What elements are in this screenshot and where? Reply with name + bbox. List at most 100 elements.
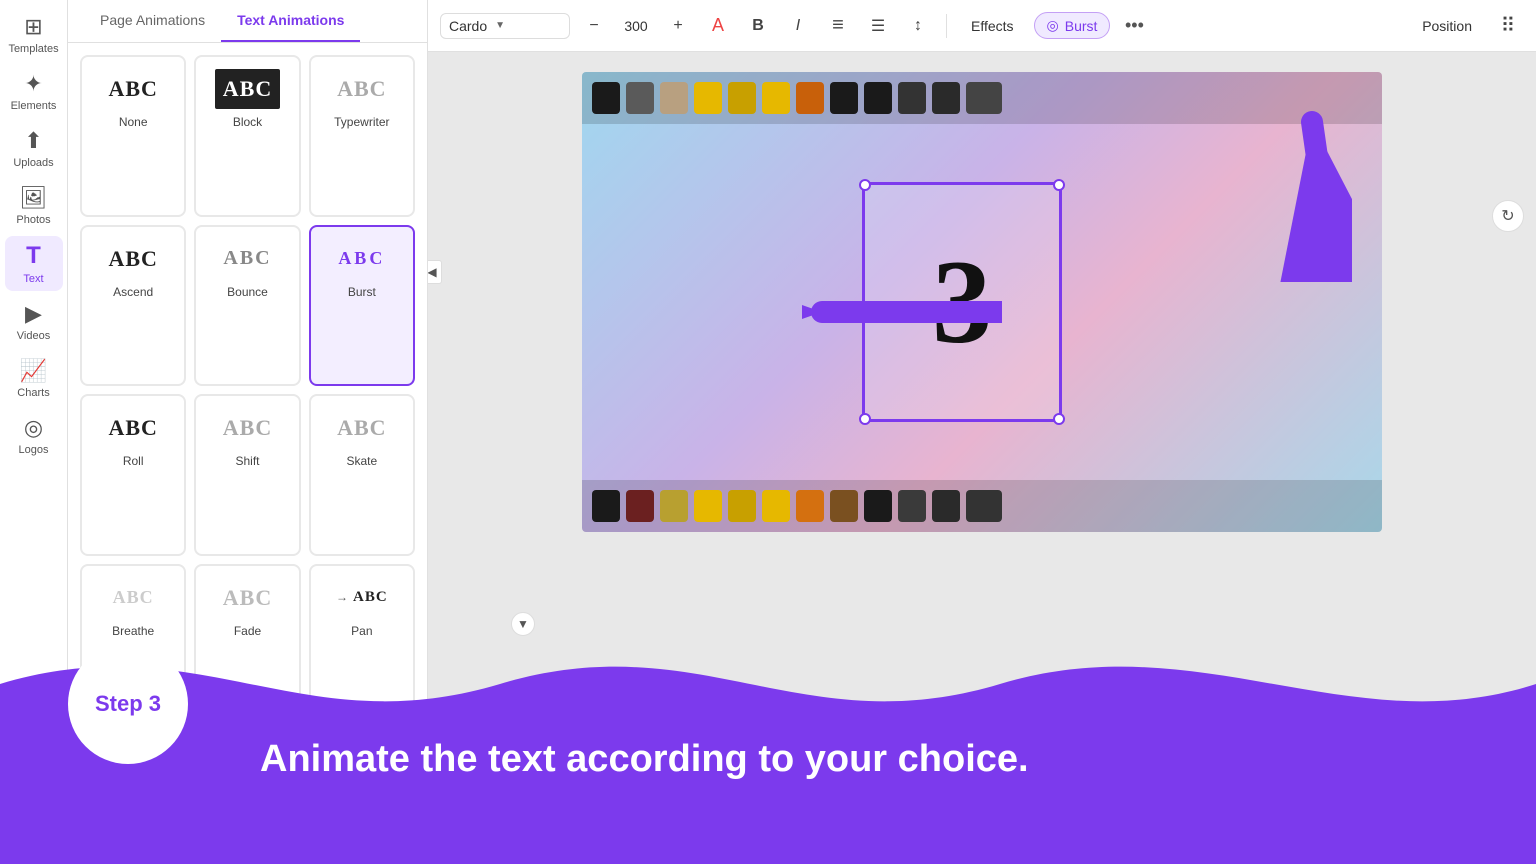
apps-grid-button[interactable]: ⠿ [1492, 10, 1524, 42]
anim-preview-shift: ABC [223, 408, 272, 448]
handle-bottom-right[interactable] [1053, 413, 1065, 425]
film-hole [728, 490, 756, 522]
font-selector[interactable]: Cardo ▼ [440, 13, 570, 39]
effects-button[interactable]: Effects [959, 12, 1026, 40]
sidebar-label-elements: Elements [11, 100, 57, 112]
italic-button[interactable]: I [782, 10, 814, 42]
film-hole [830, 82, 858, 114]
anim-preview-ascend: ABC [108, 239, 157, 279]
spacing-button[interactable]: ↕ [902, 10, 934, 42]
anim-item-roll[interactable]: ABC Roll [80, 394, 186, 556]
sidebar-more-button[interactable]: ... [25, 825, 42, 848]
film-hole [660, 82, 688, 114]
sidebar-item-charts[interactable]: 📈 Charts [5, 352, 63, 405]
left-arrow [802, 272, 1002, 352]
anim-preview-bounce: ABC [223, 239, 271, 279]
list-button[interactable]: ☰ [862, 10, 894, 42]
position-button[interactable]: Position [1410, 12, 1484, 40]
anim-label-skate: Skate [346, 454, 377, 468]
sidebar-item-uploads[interactable]: ⬆ Uploads [5, 122, 63, 175]
font-dropdown-chevron: ▼ [495, 20, 505, 31]
handle-bottom-left[interactable] [859, 413, 871, 425]
anim-item-skate[interactable]: ABC Skate [309, 394, 415, 556]
charts-icon: 📈 [20, 358, 47, 384]
chevron-down-icon: ▼ [517, 617, 529, 631]
anim-item-breathe[interactable]: ABC Breathe [80, 564, 186, 726]
anim-item-none[interactable]: ABC None [80, 55, 186, 217]
text-icon: T [26, 242, 41, 270]
anim-label-typewriter: Typewriter [334, 115, 389, 129]
toolbar-divider [946, 14, 947, 38]
sidebar-label-photos: Photos [16, 214, 50, 226]
animation-grid: ABC None ABC Block ABC Typewriter ABC As… [68, 43, 427, 864]
anim-label-breathe: Breathe [112, 624, 154, 638]
film-hole [864, 82, 892, 114]
sidebar-item-videos[interactable]: ▶ Videos [5, 295, 63, 348]
font-size-value: 300 [618, 18, 654, 34]
anim-item-shift[interactable]: ABC Shift [194, 394, 300, 556]
top-right-arrow [1152, 82, 1352, 282]
handle-top-right[interactable] [1053, 179, 1065, 191]
canvas-area: 3 [428, 52, 1536, 864]
anim-item-pan[interactable]: → ABC Pan [309, 564, 415, 726]
sidebar-label-logos: Logos [19, 444, 49, 456]
film-hole [762, 490, 790, 522]
anim-label-block: Block [233, 115, 262, 129]
anim-item-typewriter[interactable]: ABC Typewriter [309, 55, 415, 217]
more-options-button[interactable]: ••• [1118, 10, 1150, 42]
sidebar-label-uploads: Uploads [13, 157, 53, 169]
videos-icon: ▶ [25, 301, 42, 327]
anim-label-burst: Burst [348, 285, 376, 299]
decrease-font-button[interactable]: − [578, 10, 610, 42]
sidebar-item-elements[interactable]: ✦ Elements [5, 65, 63, 118]
filmstrip-thumb-1[interactable]: 3 [508, 776, 608, 846]
burst-pill-label: Burst [1065, 18, 1098, 34]
tab-page-animations[interactable]: Page Animations [84, 0, 221, 42]
film-hole [966, 490, 1002, 522]
film-hole [898, 82, 926, 114]
collapse-button[interactable]: ▼ [511, 612, 535, 636]
anim-label-none: None [119, 115, 148, 129]
increase-font-button[interactable]: + [662, 10, 694, 42]
burst-pill[interactable]: ◎ Burst [1034, 12, 1111, 39]
sidebar-item-photos[interactable]: 🖼 Photos [5, 179, 63, 232]
film-hole [762, 82, 790, 114]
burst-pill-icon: ◎ [1047, 17, 1059, 34]
anim-preview-typewriter: ABC [337, 69, 386, 109]
sidebar: ⊞ Templates ✦ Elements ⬆ Uploads 🖼 Photo… [0, 0, 68, 864]
font-color-button[interactable]: A [702, 10, 734, 42]
film-hole [626, 490, 654, 522]
film-hole [830, 490, 858, 522]
uploads-icon: ⬆ [24, 128, 42, 154]
film-hole [660, 490, 688, 522]
align-button[interactable]: ≡ [822, 10, 854, 42]
film-hole [932, 490, 960, 522]
anim-item-burst[interactable]: ABC Burst [309, 225, 415, 387]
anim-item-block[interactable]: ABC Block [194, 55, 300, 217]
tab-text-animations[interactable]: Text Animations [221, 0, 360, 42]
chevron-left-icon: ◀ [427, 265, 436, 279]
anim-label-fade: Fade [234, 624, 261, 638]
sidebar-item-templates[interactable]: ⊞ Templates [5, 8, 63, 61]
anim-preview-pan: → ABC [336, 578, 388, 618]
film-hole [864, 490, 892, 522]
handle-top-left[interactable] [859, 179, 871, 191]
anim-preview-block: ABC [215, 69, 280, 109]
anim-preview-roll: ABC [108, 408, 157, 448]
anim-preview-none: ABC [108, 69, 157, 109]
anim-item-stomp[interactable]: → ABC [194, 733, 300, 852]
anim-label-ascend: Ascend [113, 285, 153, 299]
film-canvas[interactable]: 3 [582, 72, 1382, 532]
sidebar-label-charts: Charts [17, 387, 49, 399]
refresh-icon: ↻ [1501, 206, 1514, 226]
film-hole [592, 490, 620, 522]
anim-item-ascend[interactable]: ABC Ascend [80, 225, 186, 387]
filmstrip-thumb-2[interactable] [616, 776, 716, 846]
anim-item-bounce[interactable]: ABC Bounce [194, 225, 300, 387]
anim-preview-burst: ABC [338, 239, 385, 279]
sidebar-item-text[interactable]: T Text [5, 236, 63, 291]
anim-item-fade[interactable]: ABC Fade [194, 564, 300, 726]
refresh-button[interactable]: ↻ [1492, 200, 1524, 232]
bold-button[interactable]: B [742, 10, 774, 42]
sidebar-item-logos[interactable]: ◎ Logos [5, 409, 63, 462]
